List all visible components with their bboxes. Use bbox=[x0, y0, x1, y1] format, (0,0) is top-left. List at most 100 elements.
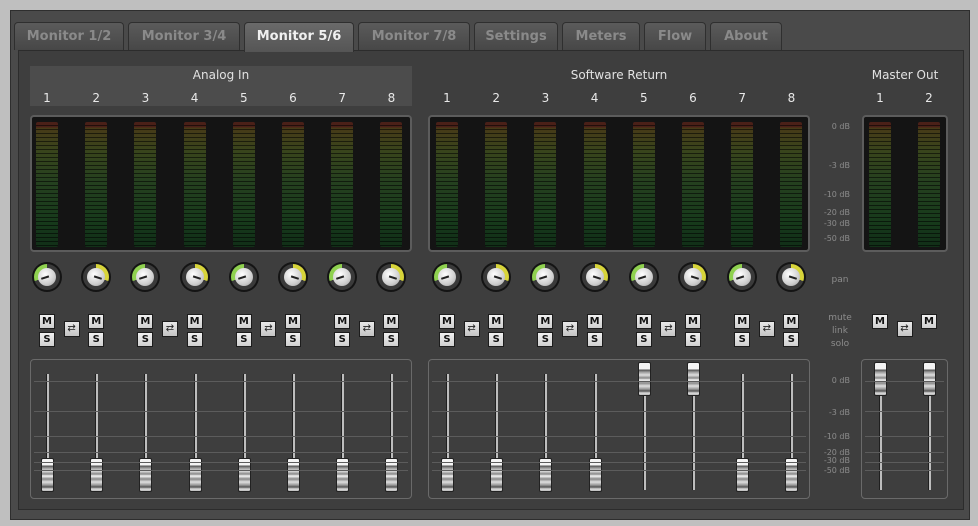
analog-in-title: Analog In bbox=[192, 68, 250, 82]
fader-gridline bbox=[865, 470, 944, 471]
software-link-button-2[interactable]: ⇄ bbox=[562, 321, 578, 337]
software-fader-1[interactable] bbox=[441, 458, 454, 492]
software-fader-7[interactable] bbox=[736, 458, 750, 492]
master-mute-button-2[interactable]: M bbox=[921, 314, 937, 329]
analog-mute-button-4[interactable]: M bbox=[186, 314, 203, 329]
analog-channel-number: 8 bbox=[387, 91, 396, 105]
tab-monitor-5-6[interactable]: Monitor 5/6 bbox=[244, 22, 354, 52]
fader-gridline bbox=[865, 436, 944, 437]
analog-meter-6 bbox=[282, 122, 304, 247]
master-fader-1[interactable] bbox=[874, 362, 887, 396]
software-mute-button-2[interactable]: M bbox=[488, 314, 505, 329]
software-solo-button-4[interactable]: S bbox=[586, 332, 603, 347]
analog-fader-2[interactable] bbox=[90, 458, 104, 492]
meter-scale-20db: -20 dB bbox=[823, 208, 850, 217]
tab-monitor-3-4[interactable]: Monitor 3/4 bbox=[128, 22, 240, 50]
analog-mute-button-6[interactable]: M bbox=[285, 314, 301, 329]
analog-fader-4[interactable] bbox=[188, 458, 202, 492]
tab-settings[interactable]: Settings bbox=[474, 22, 558, 50]
analog-fader-3[interactable] bbox=[139, 458, 153, 492]
analog-meter-2 bbox=[85, 122, 108, 247]
software-meter-7 bbox=[731, 122, 754, 247]
analog-link-button-3[interactable]: ⇄ bbox=[260, 321, 277, 337]
tab-flow[interactable]: Flow bbox=[644, 22, 706, 50]
analog-mute-button-1[interactable]: M bbox=[39, 314, 55, 329]
software-fader-3[interactable] bbox=[539, 458, 553, 492]
software-fader-8[interactable] bbox=[785, 458, 799, 492]
analog-pan-knob-7[interactable] bbox=[327, 262, 358, 292]
software-mute-button-4[interactable]: M bbox=[586, 314, 603, 329]
software-fader-2[interactable] bbox=[490, 458, 504, 492]
software-meter-5 bbox=[632, 122, 655, 247]
software-mute-button-3[interactable]: M bbox=[537, 314, 554, 329]
tab-monitor-7-8[interactable]: Monitor 7/8 bbox=[358, 22, 470, 50]
software-solo-button-3[interactable]: S bbox=[537, 332, 554, 347]
tab-monitor-1-2[interactable]: Monitor 1/2 bbox=[14, 22, 124, 50]
analog-pan-knob-6[interactable] bbox=[278, 262, 308, 292]
analog-fader-6[interactable] bbox=[287, 458, 300, 492]
analog-fader-5[interactable] bbox=[237, 458, 251, 492]
software-solo-button-7[interactable]: S bbox=[734, 332, 751, 347]
software-solo-button-6[interactable]: S bbox=[685, 332, 701, 347]
fader-gridline bbox=[865, 381, 944, 382]
analog-link-button-4[interactable]: ⇄ bbox=[358, 321, 375, 337]
software-solo-button-5[interactable]: S bbox=[635, 332, 652, 347]
software-mute-button-8[interactable]: M bbox=[783, 314, 800, 329]
analog-channel-number: 2 bbox=[92, 91, 100, 105]
software-pan-knob-1[interactable] bbox=[432, 262, 462, 292]
software-channel-number: 6 bbox=[689, 91, 697, 105]
analog-link-button-2[interactable]: ⇄ bbox=[162, 321, 178, 337]
analog-mute-button-8[interactable]: M bbox=[383, 314, 400, 329]
analog-mute-button-5[interactable]: M bbox=[235, 314, 252, 329]
analog-solo-button-5[interactable]: S bbox=[235, 332, 252, 347]
analog-solo-button-7[interactable]: S bbox=[334, 332, 351, 347]
software-mute-button-5[interactable]: M bbox=[635, 314, 652, 329]
software-solo-button-8[interactable]: S bbox=[783, 332, 800, 347]
software-link-button-1[interactable]: ⇄ bbox=[463, 321, 480, 337]
analog-pan-knob-1[interactable] bbox=[32, 262, 62, 292]
software-mute-button-7[interactable]: M bbox=[734, 314, 751, 329]
analog-fader-7[interactable] bbox=[336, 458, 350, 492]
analog-pan-knob-2[interactable] bbox=[81, 262, 112, 292]
analog-mute-button-2[interactable]: M bbox=[88, 314, 105, 329]
analog-mute-button-7[interactable]: M bbox=[334, 314, 351, 329]
master-fader-2[interactable] bbox=[923, 362, 936, 396]
analog-channel-number: 5 bbox=[239, 91, 248, 105]
meter-scale-0db: 0 dB bbox=[831, 122, 850, 131]
master-mute-button-1[interactable]: M bbox=[872, 314, 888, 329]
meter-scale-10db: -10 dB bbox=[823, 190, 850, 199]
software-pan-knob-4[interactable] bbox=[579, 262, 610, 292]
analog-solo-button-1[interactable]: S bbox=[39, 332, 55, 347]
analog-solo-button-6[interactable]: S bbox=[285, 332, 301, 347]
analog-solo-button-4[interactable]: S bbox=[186, 332, 203, 347]
pan-label: pan bbox=[831, 275, 849, 285]
master-link-button-1[interactable]: ⇄ bbox=[896, 321, 913, 337]
software-solo-button-2[interactable]: S bbox=[488, 332, 505, 347]
tab-meters[interactable]: Meters bbox=[562, 22, 640, 50]
software-mute-button-6[interactable]: M bbox=[685, 314, 701, 329]
analog-fader-1[interactable] bbox=[41, 458, 54, 492]
tab-about[interactable]: About bbox=[710, 22, 782, 50]
analog-solo-button-2[interactable]: S bbox=[88, 332, 105, 347]
software-mute-button-1[interactable]: M bbox=[439, 314, 455, 329]
software-fader-4[interactable] bbox=[588, 458, 602, 492]
software-fader-6[interactable] bbox=[687, 362, 700, 396]
analog-pan-knob-4[interactable] bbox=[179, 262, 210, 292]
software-fader-5[interactable] bbox=[637, 362, 651, 396]
software-link-button-4[interactable]: ⇄ bbox=[758, 321, 775, 337]
analog-solo-button-3[interactable]: S bbox=[137, 332, 154, 347]
software-solo-button-1[interactable]: S bbox=[439, 332, 455, 347]
software-link-button-3[interactable]: ⇄ bbox=[660, 321, 677, 337]
software-channel-number: 1 bbox=[443, 91, 451, 105]
software-return-title: Software Return bbox=[570, 68, 668, 82]
analog-link-button-1[interactable]: ⇄ bbox=[63, 321, 80, 337]
software-pan-knob-5[interactable] bbox=[628, 262, 659, 292]
analog-meter-1 bbox=[36, 122, 58, 247]
analog-mute-button-3[interactable]: M bbox=[137, 314, 154, 329]
software-pan-knob-6[interactable] bbox=[678, 262, 708, 292]
software-pan-knob-2[interactable] bbox=[481, 262, 512, 292]
analog-solo-button-8[interactable]: S bbox=[383, 332, 400, 347]
analog-pan-knob-5[interactable] bbox=[228, 262, 259, 292]
software-pan-knob-7[interactable] bbox=[727, 262, 758, 292]
analog-fader-8[interactable] bbox=[385, 458, 399, 492]
